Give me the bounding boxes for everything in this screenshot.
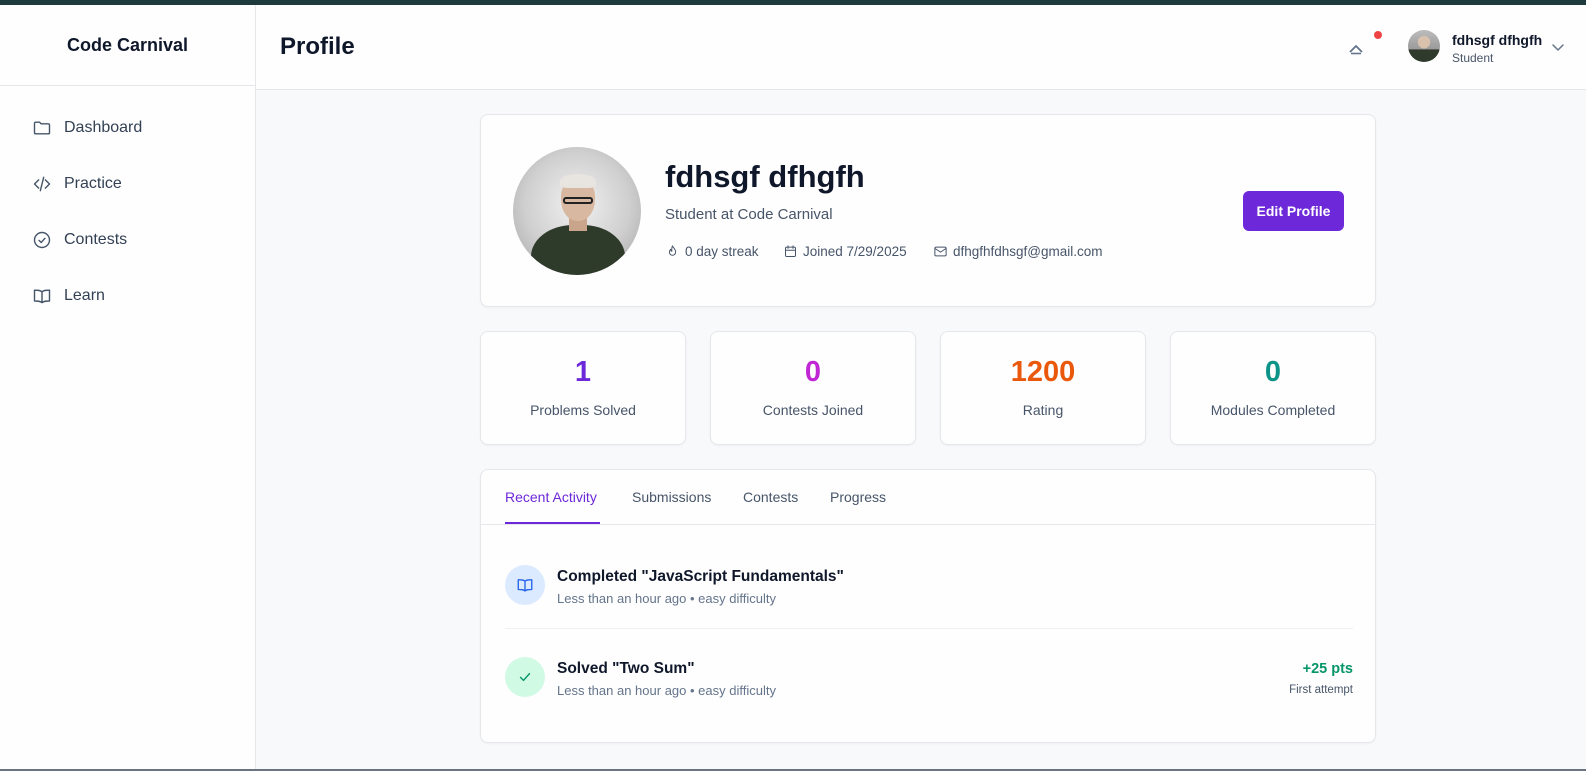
calendar-icon — [785, 245, 796, 257]
streak-text: 0 day streak — [685, 244, 759, 259]
activity-note: First attempt — [1289, 684, 1353, 696]
edit-profile-button[interactable]: Edit Profile — [1243, 191, 1344, 231]
tab-contests[interactable]: Contests — [743, 489, 798, 505]
stat-label: Contests Joined — [762, 402, 864, 418]
user-avatar[interactable] — [1408, 30, 1440, 62]
notification-badge — [1374, 31, 1382, 39]
stat-card-modules-completed: 0 Modules Completed — [1170, 331, 1376, 445]
stat-value: 0 — [1264, 356, 1282, 388]
stat-value: 1 — [574, 356, 592, 388]
book-open-icon — [517, 579, 533, 592]
activity-item[interactable]: Solved "Two Sum" Less than an hour ago •… — [505, 657, 1353, 701]
sidebar-nav: Dashboard Practice Contests Learn — [0, 86, 255, 316]
sidebar-item-practice[interactable]: Practice — [0, 164, 255, 204]
notification-icon[interactable] — [1346, 35, 1366, 59]
check-icon — [519, 672, 531, 682]
activity-points: +25 pts — [1302, 661, 1353, 677]
activity-item[interactable]: Completed "JavaScript Fundamentals" Less… — [505, 565, 1353, 609]
stat-value: 1200 — [1010, 356, 1076, 388]
profile-name: fdhsgf dfhgfh — [665, 159, 865, 194]
streak-info: 0 day streak — [665, 244, 759, 259]
activity-title: Solved "Two Sum" — [557, 660, 695, 677]
sidebar-item-contests[interactable]: Contests — [0, 220, 255, 260]
sidebar-item-label: Learn — [64, 287, 105, 304]
activity-icon-badge — [505, 565, 545, 605]
stat-label: Rating — [1022, 402, 1064, 418]
tab-submissions[interactable]: Submissions — [632, 489, 711, 505]
sidebar-item-label: Dashboard — [64, 119, 143, 136]
email-text: dfhgfhfdhsgf@gmail.com — [953, 244, 1103, 259]
activity-subtitle: Less than an hour ago • easy difficulty — [557, 591, 776, 606]
folder-icon — [33, 121, 51, 135]
mail-icon — [934, 246, 947, 257]
user-name[interactable]: fdhsgf dfhgfh — [1452, 32, 1542, 48]
code-icon — [33, 176, 51, 192]
sidebar-item-label: Contests — [64, 231, 128, 248]
stat-label: Modules Completed — [1210, 402, 1336, 418]
stat-card-problems-solved: 1 Problems Solved — [480, 331, 686, 445]
active-tab-indicator — [505, 522, 600, 524]
page-title: Profile — [280, 33, 355, 60]
book-open-icon — [33, 289, 51, 304]
flame-icon — [668, 245, 677, 256]
profile-card: fdhsgf dfhgfh Student at Code Carnival 0… — [480, 114, 1376, 307]
sidebar-item-dashboard[interactable]: Dashboard — [0, 108, 255, 148]
profile-subtitle: Student at Code Carnival — [665, 206, 833, 223]
stat-label: Problems Solved — [530, 402, 636, 418]
sidebar: Code Carnival Dashboard Practice Contest… — [0, 5, 256, 769]
activity-icon-badge — [505, 657, 545, 697]
stat-card-contests-joined: 0 Contests Joined — [710, 331, 916, 445]
email-info: dfhgfhfdhsgf@gmail.com — [933, 244, 1103, 259]
top-header: Profile fdhsgf dfhgfh Student — [256, 5, 1586, 90]
tab-progress[interactable]: Progress — [830, 489, 886, 505]
joined-info: Joined 7/29/2025 — [783, 244, 907, 259]
profile-avatar — [513, 147, 641, 275]
stat-card-rating: 1200 Rating — [940, 331, 1146, 445]
activity-title: Completed "JavaScript Fundamentals" — [557, 568, 844, 585]
tab-bar: Recent Activity Submissions Contests Pro… — [481, 470, 1375, 525]
brand-logo[interactable]: Code Carnival — [0, 5, 255, 86]
tab-recent-activity[interactable]: Recent Activity — [505, 489, 597, 505]
check-circle-icon — [33, 231, 51, 249]
chevron-down-icon[interactable] — [1550, 39, 1566, 55]
activity-card: Recent Activity Submissions Contests Pro… — [480, 469, 1376, 743]
activity-divider — [505, 628, 1353, 629]
sidebar-item-learn[interactable]: Learn — [0, 276, 255, 316]
joined-text: Joined 7/29/2025 — [803, 244, 907, 259]
user-role: Student — [1452, 51, 1494, 65]
sidebar-item-label: Practice — [64, 175, 122, 192]
stat-value: 0 — [804, 356, 822, 388]
activity-subtitle: Less than an hour ago • easy difficulty — [557, 683, 776, 698]
